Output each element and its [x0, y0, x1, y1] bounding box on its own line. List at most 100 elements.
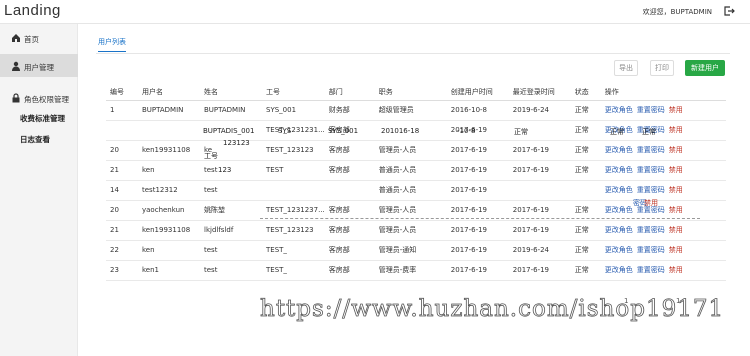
- disable-link[interactable]: 禁用: [669, 266, 683, 274]
- disable-link[interactable]: 禁用: [669, 146, 683, 154]
- pager-prev[interactable]: 1: [624, 297, 628, 305]
- reset-password-link[interactable]: 重置密码: [637, 226, 665, 234]
- table-cell-work-no: TEST_123123: [262, 140, 325, 161]
- table-cell-title: 普通员-人员: [374, 160, 447, 181]
- disable-link[interactable]: 禁用: [669, 106, 683, 114]
- change-role-link[interactable]: 更改角色: [605, 106, 633, 114]
- table-cell-title: 普通员-人员: [374, 180, 447, 201]
- disable-link[interactable]: 禁用: [669, 246, 683, 254]
- brand-logo[interactable]: Landing: [4, 2, 61, 19]
- table-cell-name: BUPTADMIN: [200, 100, 262, 121]
- table-cell-actions: 更改角色 重置密码 禁用: [600, 140, 726, 161]
- table-cell-status: 正常: [570, 220, 601, 241]
- column-header: 姓名: [200, 84, 262, 101]
- table-cell-dept: 客房部: [324, 200, 375, 221]
- table-cell-id: 1: [106, 100, 138, 121]
- table-cell-work-no: TEST_123123: [262, 220, 325, 241]
- table-cell-status: 正常: [570, 200, 601, 221]
- table-cell-work-no: TEST: [262, 160, 325, 181]
- overlay-text: SYS_001: [328, 127, 359, 135]
- reset-password-link[interactable]: 重置密码: [637, 186, 665, 194]
- table-cell-username: ken19931108: [138, 220, 200, 241]
- table-cell-name: test: [200, 240, 262, 261]
- table-cell-username: test12312: [138, 180, 200, 201]
- sidebar: 首页 用户管理 角色权限管理 收费标准管理 日志查看: [0, 24, 78, 356]
- table-row: 21 ken19931108 lkjdlfsldf TEST_123123 客房部 管理员…: [106, 220, 726, 241]
- table-cell-actions: 更改角色 重置密码 禁用: [600, 160, 726, 181]
- column-header: 最近登录时间: [508, 84, 571, 101]
- table-cell-actions: 更改角色 重置密码 禁用: [600, 100, 726, 121]
- sidebar-item-users[interactable]: 用户管理: [0, 54, 78, 77]
- table-cell-work-no: TEST_1231231...: [262, 120, 325, 141]
- logout-icon[interactable]: [723, 5, 735, 17]
- sidebar-subitem-fees[interactable]: 收费标准管理: [20, 113, 65, 124]
- table-cell-actions: 更改角色 重置密码 禁用: [600, 260, 726, 281]
- disable-link[interactable]: 禁用: [669, 206, 683, 214]
- table-cell-last-login: 2017-6-19: [508, 140, 571, 161]
- table-cell-id: [106, 120, 138, 141]
- table-cell-title: 超级管理员: [374, 100, 447, 121]
- table-row: 21 ken test TEST 客房部 普通员-人员 2017-6-19 2017-6-19…: [106, 160, 726, 181]
- table-row: 22 ken test TEST_ 客房部 管理员-通知 2017-6-19 2019-6-2…: [106, 240, 726, 261]
- table-cell-status: 正常: [570, 120, 601, 141]
- reset-password-link[interactable]: 重置密码: [637, 266, 665, 274]
- disable-link[interactable]: 禁用: [669, 186, 683, 194]
- reset-password-link[interactable]: 重置密码: [637, 146, 665, 154]
- column-header: 编号: [106, 84, 138, 101]
- overlay-text: 正常: [610, 128, 624, 136]
- table-cell-status: 正常: [570, 140, 601, 161]
- disable-link[interactable]: 禁用: [669, 226, 683, 234]
- table-cell-username: yaochenkun: [138, 200, 200, 221]
- table-cell-created: 2016-10-8: [446, 100, 509, 121]
- table-cell-username: ken1: [138, 260, 200, 281]
- add-user-button[interactable]: 新建用户: [685, 60, 725, 76]
- overlay-text: 正常: [514, 128, 528, 136]
- table-cell-name: lkjdlfsldf: [200, 220, 262, 241]
- table-cell-username: BUPTADMIN: [138, 100, 200, 121]
- table-row: 20 ken19931108 ke TEST_123123 客房部 管理员-人员 2017-…: [106, 140, 726, 161]
- sidebar-item-roles[interactable]: 角色权限管理: [0, 93, 78, 105]
- table-cell-status: 正常: [570, 160, 601, 181]
- disable-link[interactable]: 禁用: [669, 166, 683, 174]
- sidebar-item-home[interactable]: 首页: [0, 33, 78, 45]
- sidebar-item-label: 角色权限管理: [24, 95, 69, 104]
- change-role-link[interactable]: 更改角色: [605, 186, 633, 194]
- change-role-link[interactable]: 更改角色: [605, 226, 633, 234]
- table-cell-title: 管理员-人员: [374, 140, 447, 161]
- overlay-text: BUPTADIS_001: [203, 127, 255, 135]
- table-cell-status: [570, 180, 601, 201]
- overlay-link[interactable]: 禁用: [644, 198, 658, 208]
- sidebar-subitem-logs[interactable]: 日志查看: [20, 134, 50, 145]
- change-role-link[interactable]: 更改角色: [605, 166, 633, 174]
- table-cell-work-no: TEST_: [262, 260, 325, 281]
- tab-user-list[interactable]: 用户列表: [98, 37, 126, 52]
- change-role-link[interactable]: 更改角色: [605, 206, 633, 214]
- table-cell-last-login: [508, 180, 571, 201]
- user-table: 编号 用户名 姓名 工号 部门 职务 创建用户时间 最近登录时间 状态 操作 1…: [106, 84, 726, 281]
- watermark-text: https://www.huzhan.com/ishop19171: [260, 296, 725, 323]
- table-cell-username: ken: [138, 160, 200, 181]
- change-role-link[interactable]: 更改角色: [605, 266, 633, 274]
- reset-password-link[interactable]: 重置密码: [637, 106, 665, 114]
- disable-link[interactable]: 禁用: [669, 126, 683, 134]
- column-header: 创建用户时间: [446, 84, 509, 101]
- overlay-text: -10-8: [457, 127, 476, 135]
- table-cell-dept: 财务部: [324, 100, 375, 121]
- table-cell-work-no: TEST_1231237...: [262, 200, 325, 221]
- reset-password-link[interactable]: 重置密码: [637, 166, 665, 174]
- export-button[interactable]: 导出: [614, 60, 638, 76]
- reset-password-link[interactable]: 重置密码: [637, 246, 665, 254]
- user-icon: [12, 61, 20, 71]
- change-role-link[interactable]: 更改角色: [605, 146, 633, 154]
- change-role-link[interactable]: 更改角色: [605, 246, 633, 254]
- column-header: 职务: [374, 84, 447, 101]
- pager-next[interactable]: 1: [676, 297, 680, 305]
- table-cell-dept: 客房部: [324, 220, 375, 241]
- overlay-text: SYS: [278, 127, 292, 135]
- column-header: 操作: [600, 84, 726, 101]
- column-header: 部门: [324, 84, 375, 101]
- table-cell-dept: 客房部: [324, 160, 375, 181]
- print-button[interactable]: 打印: [650, 60, 674, 76]
- table-cell-actions: 更改角色 重置密码 禁用: [600, 220, 726, 241]
- table-cell-title: 管理员-费率: [374, 260, 447, 281]
